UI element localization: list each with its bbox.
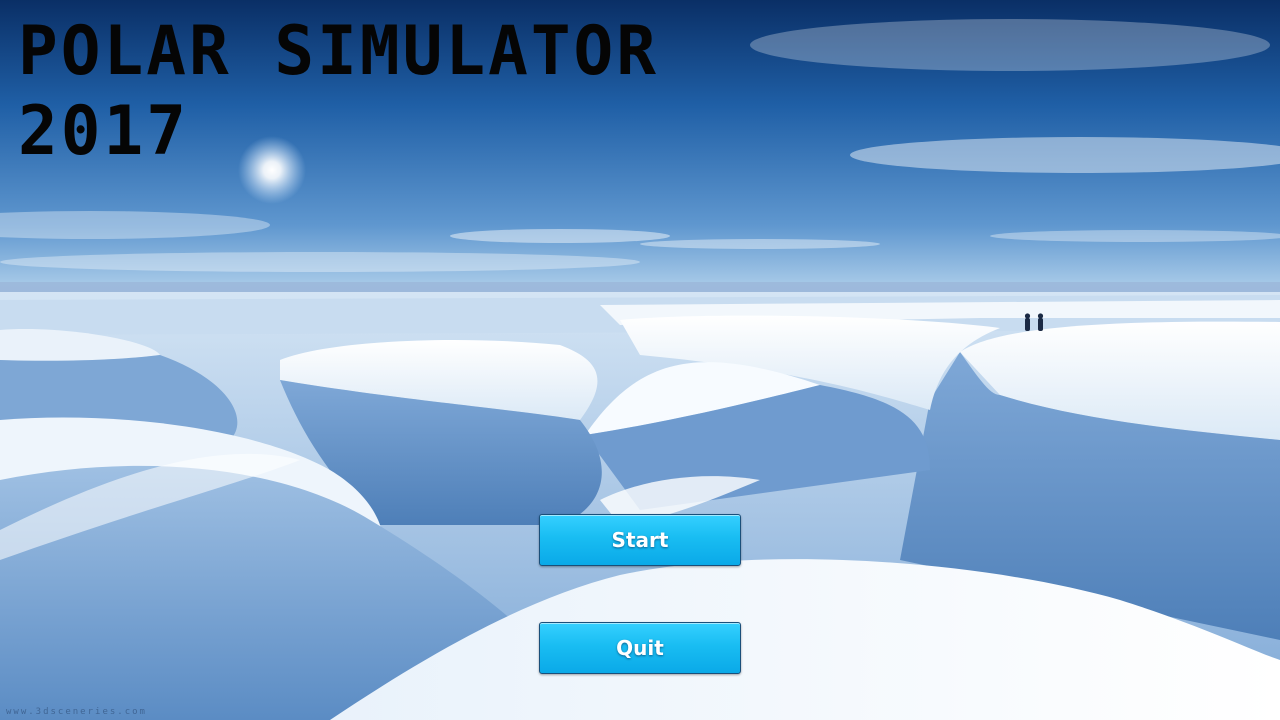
watermark-text: www.3dsceneries.com xyxy=(6,707,147,717)
start-button[interactable]: Start xyxy=(539,514,741,566)
antarctic-landscape-background xyxy=(0,0,1280,720)
sun-icon xyxy=(238,136,306,204)
quit-button[interactable]: Quit xyxy=(539,622,741,674)
game-title: POLAR SIMULATOR xyxy=(18,11,660,91)
game-title-year: 2017 xyxy=(18,91,189,171)
main-menu-screen: POLAR SIMULATOR 2017 Start Quit www.3dsc… xyxy=(0,0,1280,720)
